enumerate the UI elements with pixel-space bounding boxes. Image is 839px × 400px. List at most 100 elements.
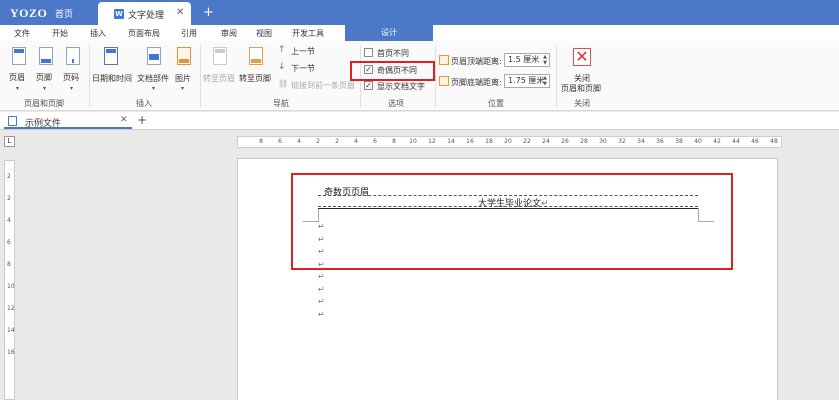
ruler-tick-label: 40	[694, 138, 702, 145]
doc-parts-button[interactable]: 文档部件 ▾	[137, 45, 173, 95]
ruler-tick-label: 36	[656, 138, 664, 145]
footer-distance-input[interactable]: 1.75 厘米 ▲ ▼	[504, 74, 550, 88]
previous-section-button[interactable]: ↑ 上一节	[278, 45, 338, 57]
document-tab-label: 文字处理	[128, 11, 165, 21]
ruler-tick-label: 16	[466, 138, 474, 145]
group-divider	[200, 45, 201, 107]
menu-review[interactable]: 审阅	[221, 28, 237, 39]
goto-footer-label: 转至页脚	[239, 74, 271, 83]
doc-parts-label: 文档部件	[137, 74, 169, 83]
file-tab-bar: 示例文件 ✕ +	[0, 112, 839, 130]
goto-footer-icon	[249, 47, 263, 65]
paragraph-mark: ↵	[318, 284, 325, 294]
different-first-option[interactable]: 首页不同	[364, 47, 434, 59]
goto-header-button[interactable]: 转至页眉	[203, 45, 239, 95]
ruler-tick-label: 14	[447, 138, 455, 145]
ruler-corner[interactable]: L	[4, 136, 15, 147]
link-previous-button[interactable]: ⛓ 链接到前一条页眉	[278, 79, 358, 91]
file-tab[interactable]: 示例文件 ✕	[4, 113, 132, 129]
ruler-tick-label: 6	[7, 239, 11, 246]
paragraph-mark: ↵	[318, 297, 325, 306]
calendar-icon	[104, 47, 118, 65]
datetime-button[interactable]: 日期和时间	[92, 45, 134, 95]
page-number-icon	[66, 47, 80, 65]
ruler-tick-label: 6	[373, 138, 377, 145]
vertical-ruler[interactable]: 2 2 4 6 8 10 12 14 16	[4, 160, 15, 400]
group-divider	[435, 45, 436, 107]
header-distance-input[interactable]: 1.5 厘米 ▲ ▼	[504, 53, 550, 67]
group-options: 选项	[388, 99, 404, 108]
menu-references[interactable]: 引用	[181, 28, 197, 39]
next-section-label: 下一节	[291, 64, 315, 73]
goto-header-icon	[213, 47, 227, 65]
header-icon	[12, 47, 26, 65]
close-header-footer-button[interactable]: ✕ 关闭 页眉和页脚	[560, 45, 606, 95]
link-icon: ⛓	[278, 79, 289, 88]
add-file-icon[interactable]: +	[137, 113, 147, 127]
highlight-odd-even	[350, 61, 435, 81]
ruler-tick-label: 44	[732, 138, 740, 145]
spinner-arrows-icon[interactable]: ▲ ▼	[543, 75, 547, 87]
paragraph-mark: ↵	[318, 272, 325, 281]
group-navigation: 导航	[273, 99, 289, 108]
menu-file[interactable]: 文件	[14, 28, 30, 39]
close-icon[interactable]: ✕	[120, 115, 128, 125]
picture-button[interactable]: 图片 ▾	[174, 45, 194, 95]
file-tab-label: 示例文件	[25, 119, 62, 129]
footer-distance-icon	[439, 76, 449, 86]
menu-bar: 文件 开始 插入 页面布局 引用 审阅 视图 开发工具 设计	[0, 25, 839, 41]
menu-page-layout[interactable]: 页面布局	[128, 28, 160, 39]
ruler-tick-label: 32	[618, 138, 626, 145]
spinner-arrows-icon[interactable]: ▲ ▼	[543, 54, 547, 66]
add-tab-icon[interactable]: +	[203, 5, 214, 20]
ruler-tick-label: 2	[316, 138, 320, 145]
group-divider	[556, 45, 557, 107]
ruler-tick-label: 22	[523, 138, 531, 145]
header-distance-icon	[439, 55, 449, 65]
menu-developer[interactable]: 开发工具	[292, 28, 324, 39]
ruler-tick-label: 16	[7, 349, 15, 356]
ruler-tick-label: 14	[7, 327, 15, 334]
home-tab[interactable]: 首页	[55, 7, 73, 20]
previous-section-label: 上一节	[291, 47, 315, 56]
ruler-tick-label: 6	[278, 138, 282, 145]
goto-footer-button[interactable]: 转至页脚	[239, 45, 275, 95]
show-doc-text-checkbox[interactable]: ✓	[364, 81, 373, 90]
menu-view[interactable]: 视图	[256, 28, 272, 39]
ruler-tick-label: 12	[7, 305, 15, 312]
paragraph-mark: ↵	[318, 309, 325, 319]
show-doc-text-option[interactable]: ✓ 显示文档文字	[364, 80, 434, 92]
chevron-down-icon: ▾	[152, 85, 156, 92]
ruler-tick-label: 8	[259, 138, 263, 145]
ruler-tick-label: 8	[392, 138, 396, 145]
ruler-tick-label: 12	[428, 138, 436, 145]
ruler-tick-label: 46	[751, 138, 759, 145]
chevron-down-icon: ▾	[43, 85, 47, 92]
arrow-up-icon: ↑	[278, 45, 286, 55]
chevron-down-icon: ▾	[70, 85, 74, 92]
ruler-tick-label: 10	[409, 138, 417, 145]
different-first-checkbox[interactable]	[364, 48, 373, 57]
close-icon[interactable]: ✕	[176, 7, 184, 18]
horizontal-ruler[interactable]: 8 6 4 2 2 4 6 8 10 12 14 16 18 20 22 24 26 28 30 32 34 36 38 40…	[237, 136, 782, 148]
footer-label: 页脚	[36, 73, 52, 82]
page-number-button[interactable]: 页码 ▾	[62, 45, 84, 95]
close-x-icon: ✕	[573, 48, 591, 66]
word-doc-icon: W	[114, 9, 124, 19]
footer-button[interactable]: 页脚 ▾	[35, 45, 57, 95]
doc-parts-icon	[147, 47, 161, 65]
picture-icon	[177, 47, 191, 65]
document-tab[interactable]: W 文字处理 ✕	[98, 2, 191, 25]
menu-start[interactable]: 开始	[52, 28, 68, 39]
footer-distance-label: 页脚底端距离:	[451, 78, 502, 87]
next-section-button[interactable]: ↓ 下一节	[278, 62, 338, 74]
menu-insert[interactable]: 插入	[90, 28, 106, 39]
chevron-down-icon: ▾	[16, 85, 20, 92]
menu-design[interactable]: 设计	[345, 25, 433, 41]
ruler-tick-label: 38	[675, 138, 683, 145]
highlight-header-area	[291, 173, 733, 270]
document-icon	[8, 116, 17, 126]
ruler-tick-label: 2	[7, 195, 11, 202]
ruler-tick-label: 24	[542, 138, 550, 145]
header-button[interactable]: 页眉 ▾	[8, 45, 30, 95]
